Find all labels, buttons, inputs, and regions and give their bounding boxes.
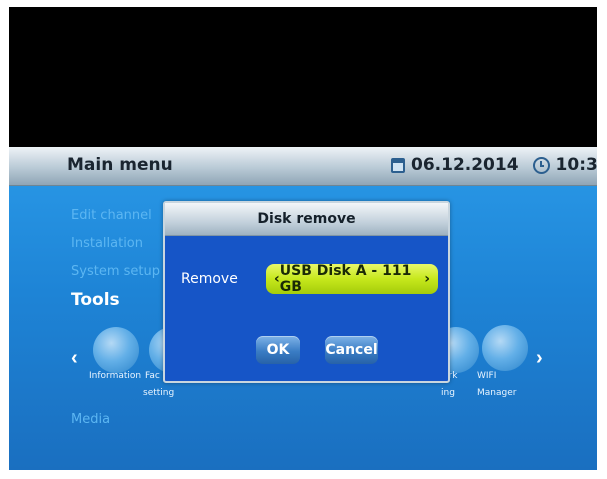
tool-label-wifi-2: Manager [477,388,517,398]
menu-item-installation[interactable]: Installation [71,236,143,251]
disk-selector[interactable]: ‹ USB Disk A - 111 GB › [266,263,438,295]
menu-item-edit-channel[interactable]: Edit channel [71,208,152,223]
disk-remove-dialog: Disk remove Remove ‹ USB Disk A - 111 GB… [163,201,450,383]
wifi-manager-icon[interactable] [482,325,528,371]
calendar-icon [391,157,405,173]
selector-next-arrow[interactable]: › [424,271,430,287]
tool-label-information: Information [89,371,142,381]
dialog-title: Disk remove [257,211,356,227]
tools-left-arrow[interactable]: ‹ [71,347,78,370]
date-time: 06.12.2014 10:30 [391,155,597,175]
tool-label-factory-2: setting [143,388,175,398]
tools-right-arrow[interactable]: › [536,347,543,370]
time-text: 10:30 [555,155,597,175]
clock-icon [532,156,550,174]
tool-label-wifi: WIFI [477,371,497,381]
menu-item-tools[interactable]: Tools [71,290,120,310]
selector-value: USB Disk A - 111 GB [279,263,412,295]
remove-label: Remove [181,271,238,287]
cancel-button[interactable]: Cancel [325,336,378,364]
menu-item-system-setup[interactable]: System setup [71,264,160,279]
tool-label-factory: Fac [145,371,160,381]
page-title: Main menu [67,155,173,175]
menu-item-media[interactable]: Media [71,412,110,427]
information-icon[interactable] [93,327,139,373]
tool-label-network-2: ing [441,388,455,398]
tv-screen: Main menu 06.12.2014 10:30 Edit channel … [9,7,597,470]
ok-button[interactable]: OK [256,336,300,364]
date-text: 06.12.2014 [411,155,519,175]
